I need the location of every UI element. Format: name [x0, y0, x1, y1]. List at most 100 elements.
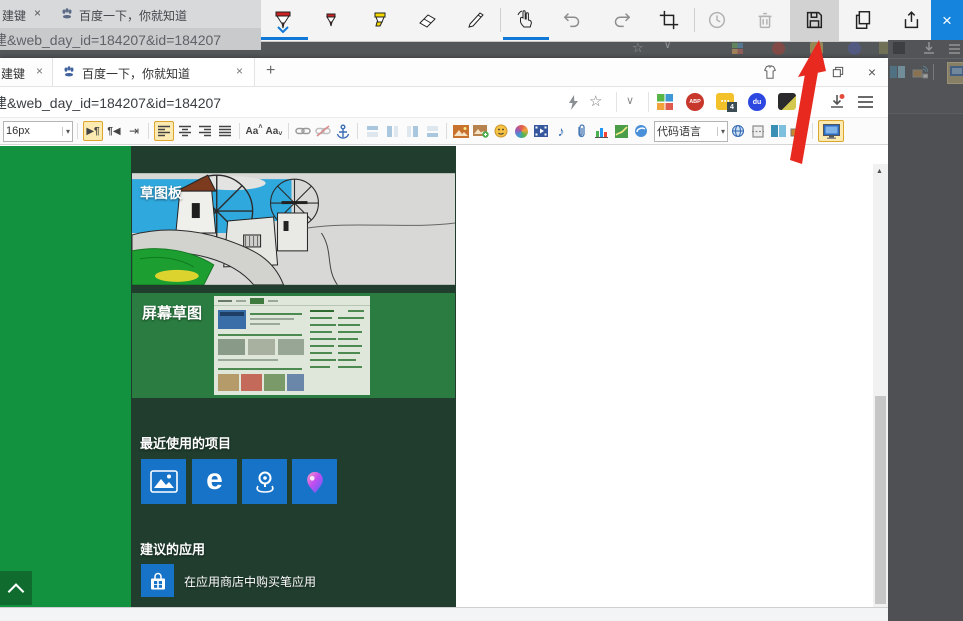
background-window-right-strip	[888, 40, 963, 621]
caret-down-icon: ▾	[62, 127, 70, 136]
align-center-button[interactable]	[176, 122, 194, 140]
recent-items-title: 最近使用的项目	[140, 433, 231, 452]
code-language-select[interactable]: 代码语言 ▾	[654, 121, 728, 142]
pen-options-chevron-icon[interactable]	[277, 26, 289, 34]
paint-app-tile[interactable]	[292, 459, 337, 504]
paragraph-ltr-button[interactable]: ▶¶	[83, 121, 103, 141]
marker-pen-button[interactable]	[317, 6, 345, 34]
line-height-decrease-button[interactable]: Aa˅	[265, 122, 283, 140]
eraser-button[interactable]	[414, 6, 442, 34]
background-url-text[interactable]: 建&web_day_id=184207&id=184207	[0, 28, 221, 50]
attachment-button[interactable]	[572, 122, 590, 140]
sketchpad-tile[interactable]: 草图板	[132, 173, 455, 285]
blank-page-area	[456, 146, 873, 607]
new-tab-button[interactable]: +	[266, 62, 275, 80]
screen-sketch-preview-image	[214, 296, 370, 395]
tab-active-title: 百度一下，你就知道	[82, 65, 190, 82]
download-icon	[922, 41, 936, 55]
music-button[interactable]: ♪	[552, 122, 570, 140]
scrollbar-thumb[interactable]	[875, 396, 886, 604]
tab-partial[interactable]: 建键	[1, 65, 25, 82]
separator	[616, 92, 617, 112]
background-tab-partial[interactable]: 建键	[2, 7, 26, 24]
scroll-up-icon[interactable]: ▲	[876, 168, 883, 175]
close-window-button[interactable]: ×	[862, 63, 882, 81]
chart-button[interactable]	[592, 122, 610, 140]
unlink-button[interactable]	[314, 122, 332, 140]
indent-button[interactable]: ⇥	[125, 122, 143, 140]
bookmark-star-icon[interactable]: ☆	[589, 92, 602, 110]
toolbar-separator	[500, 8, 501, 32]
margin-top-button[interactable]	[363, 122, 381, 140]
baidu-extension-icon	[848, 42, 861, 55]
menu-icon[interactable]	[857, 95, 874, 109]
menu-icon	[948, 43, 961, 55]
store-suggestion-link[interactable]: 在应用商店中购买笔应用	[184, 573, 316, 590]
anchor-button[interactable]	[334, 122, 352, 140]
line-height-increase-button[interactable]: Aa˄	[245, 122, 263, 140]
maps-app-tile[interactable]	[242, 459, 287, 504]
store-bag-icon	[148, 571, 168, 591]
share-button[interactable]	[897, 6, 925, 34]
maps-icon	[252, 469, 278, 495]
code-button[interactable]	[632, 122, 650, 140]
tab-active[interactable]: 百度一下，你就知道 ×	[52, 58, 255, 86]
abp-extension-icon[interactable]: ABP	[686, 93, 704, 111]
separator	[648, 92, 649, 112]
collapse-chevron-button[interactable]	[0, 571, 32, 605]
upload-image-button[interactable]	[472, 122, 490, 140]
page-scrollbar[interactable]: ▲	[873, 146, 888, 607]
font-size-select[interactable]: 16px ▾	[3, 121, 73, 142]
screen-sketch-tile[interactable]: 屏幕草图	[132, 293, 455, 398]
suggested-apps-title: 建议的应用	[140, 539, 205, 558]
delete-button[interactable]	[751, 6, 779, 34]
ink-workspace-panel: 草图板	[131, 146, 456, 607]
history-button[interactable]	[703, 6, 731, 34]
editor-toolbar: 16px ▾ ▶¶ ¶◀ ⇥ Aa˄ Aa˅	[0, 118, 888, 145]
margin-left-button[interactable]	[403, 122, 421, 140]
baidu-extension-icon[interactable]: du	[748, 93, 766, 111]
split-view-icon	[890, 66, 905, 78]
paragraph-rtl-button[interactable]: ¶◀	[105, 122, 123, 140]
redo-button[interactable]	[607, 6, 635, 34]
page-break-button[interactable]	[749, 122, 767, 140]
background-tab-title[interactable]: 百度一下，你就知道	[79, 7, 187, 24]
baidu-favicon	[60, 7, 74, 21]
palette-button[interactable]	[512, 122, 530, 140]
address-bar: 建&web_day_id=184207&id=184207 ☆ ∨ ABP ⋯ …	[0, 87, 888, 118]
pencil-button[interactable]	[463, 6, 491, 34]
chevron-up-icon	[5, 581, 27, 595]
tab-active-close-icon[interactable]: ×	[236, 64, 243, 78]
tab-partial-close-icon[interactable]: ×	[36, 64, 43, 78]
store-app-tile[interactable]	[141, 564, 174, 597]
highlighter-button[interactable]	[366, 6, 394, 34]
notes-extension-icon[interactable]: ⋯ 4	[716, 93, 734, 110]
align-left-button[interactable]	[154, 121, 174, 141]
dropdown-chevron-icon[interactable]: ∨	[626, 94, 634, 107]
map-button[interactable]	[612, 122, 630, 140]
insert-image-button[interactable]	[452, 122, 470, 140]
undo-button[interactable]	[559, 6, 587, 34]
photos-app-tile[interactable]	[141, 459, 186, 504]
touch-writing-button[interactable]	[512, 6, 540, 34]
align-justify-button[interactable]	[216, 122, 234, 140]
crop-button[interactable]	[655, 6, 683, 34]
margin-bottom-button[interactable]	[383, 122, 401, 140]
skin-shirt-button[interactable]	[760, 63, 780, 81]
edge-app-tile[interactable]: e	[192, 459, 237, 504]
reading-lightning-icon[interactable]	[566, 94, 581, 111]
save-button[interactable]	[800, 6, 828, 34]
margin-right-button[interactable]	[423, 122, 441, 140]
copy-button[interactable]	[849, 6, 877, 34]
url-text[interactable]: 建&web_day_id=184207&id=184207	[0, 87, 221, 113]
extension-grid-icon[interactable]	[657, 94, 673, 110]
align-right-button[interactable]	[196, 122, 214, 140]
background-tab-bar: 建键 × 百度一下，你就知道	[0, 0, 261, 28]
emoji-button[interactable]	[492, 122, 510, 140]
globe-button[interactable]	[729, 122, 747, 140]
baidu-favicon	[62, 65, 76, 79]
background-tab-close-icon[interactable]: ×	[34, 6, 41, 20]
video-button[interactable]	[532, 122, 550, 140]
exit-web-notes-button[interactable]: ×	[931, 0, 963, 41]
link-button[interactable]	[294, 122, 312, 140]
